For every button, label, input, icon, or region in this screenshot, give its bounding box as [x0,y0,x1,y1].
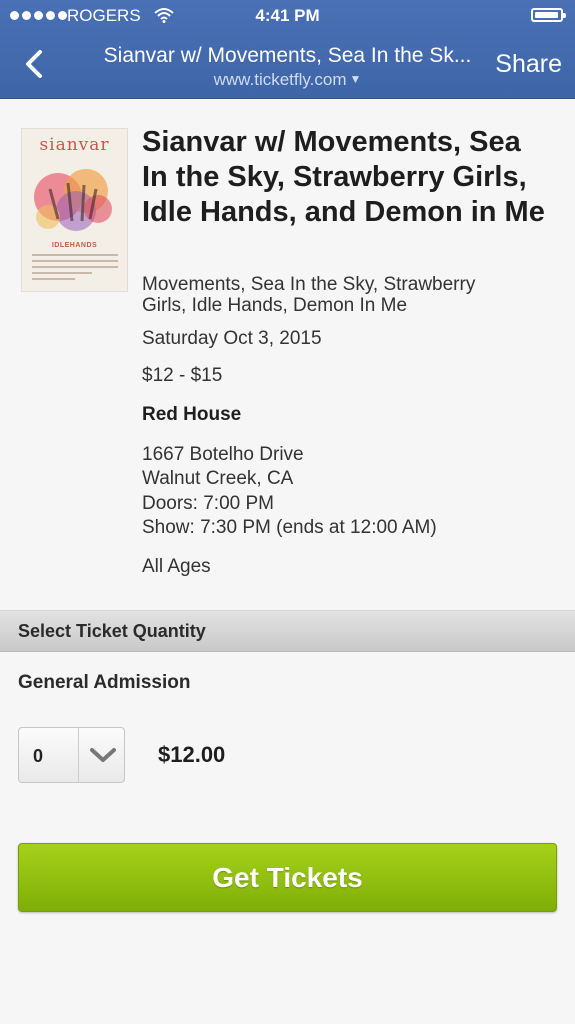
status-bar: ROGERS 4:41 PM [0,0,575,32]
get-tickets-button[interactable]: Get Tickets [18,843,557,912]
event-poster: sianvar IDLEHANDS [21,128,128,292]
ticket-section-header: Select Ticket Quantity [0,610,575,652]
browser-header: ROGERS 4:41 PM Sianvar w/ Movements, Sea… [0,0,575,99]
page-url[interactable]: www.ticketfly.com ▼ [70,70,505,90]
ticket-section-label: Select Ticket Quantity [18,621,206,641]
back-chevron-icon[interactable] [20,46,48,82]
page-title: Sianvar w/ Movements, Sea In the Sk... [103,44,472,67]
venue-name: Red House [142,404,242,425]
ticket-type: General Admission [18,672,191,693]
venue-address-line2: Walnut Creek, CA [142,468,294,489]
ticket-price: $12.00 [158,742,226,767]
poster-title: sianvar [39,135,110,155]
chevron-down-icon [90,748,116,762]
supporting-acts: Movements, Sea In the Sky, Strawberry Gi… [142,274,476,316]
quantity-divider [78,728,79,782]
venue-address-line1: 1667 Botelho Drive [142,444,304,465]
clock: 4:41 PM [255,6,320,25]
quantity-value: 0 [33,746,44,766]
share-button[interactable]: Share [495,50,562,79]
price-range: $12 - $15 [142,365,223,386]
battery-icon [531,8,566,22]
caret-down-icon: ▼ [349,72,362,86]
poster-band-name: IDLEHANDS [51,242,98,249]
event-date: Saturday Oct 3, 2015 [142,328,322,349]
quantity-select[interactable]: 0 [18,727,125,783]
event-title: Sianvar w/ Movements, Sea In the Sky, St… [142,126,545,228]
show-time: Show: 7:30 PM (ends at 12:00 AM) [142,517,437,538]
age-restriction: All Ages [142,556,211,577]
poster-lineup-lines [32,254,118,284]
doors-time: Doors: 7:00 PM [142,493,274,514]
page-url-text: www.ticketfly.com [213,70,347,89]
poster-artwork [34,169,112,231]
